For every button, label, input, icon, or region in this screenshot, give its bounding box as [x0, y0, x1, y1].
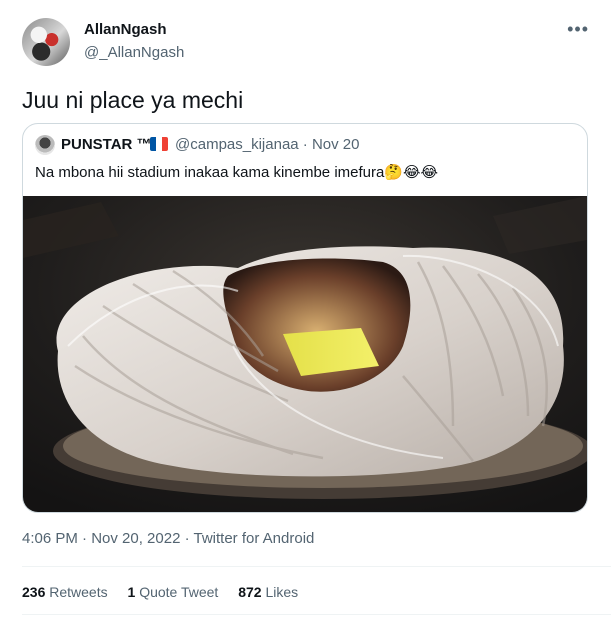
france-flag-icon [150, 137, 168, 151]
tweet-text: Juu ni place ya mechi [22, 87, 244, 113]
quoted-user-name: PUNSTAR ™ [61, 136, 152, 153]
quoted-user-avatar [35, 135, 55, 155]
quote-tweets-stat[interactable]: 1 Quote Tweet [128, 584, 219, 600]
stadium-image[interactable] [23, 196, 587, 512]
retweets-stat[interactable]: 236 Retweets [22, 584, 108, 600]
tweet-timestamp[interactable]: 4:06 PM · Nov 20, 2022 · Twitter for And… [22, 530, 314, 547]
user-avatar[interactable] [22, 18, 70, 66]
quoted-user-handle-date: @campas_kijanaa · Nov 20 [175, 136, 360, 153]
tweet-stats: 236 Retweets 1 Quote Tweet 872 Likes [22, 584, 314, 600]
divider [22, 614, 611, 615]
quoted-tweet-text: Na mbona hii stadium inakaa kama kinembe… [35, 164, 439, 181]
likes-stat[interactable]: 872 Likes [238, 584, 298, 600]
emoji-group: 🤔😂😂 [384, 164, 439, 181]
divider [22, 566, 611, 567]
quoted-tweet-card[interactable]: PUNSTAR ™ @campas_kijanaa · Nov 20 Na mb… [22, 123, 588, 513]
user-display-name[interactable]: AllanNgash [84, 21, 167, 38]
more-options-icon[interactable]: ••• [567, 20, 589, 38]
user-handle[interactable]: @_AllanNgash [84, 44, 184, 61]
